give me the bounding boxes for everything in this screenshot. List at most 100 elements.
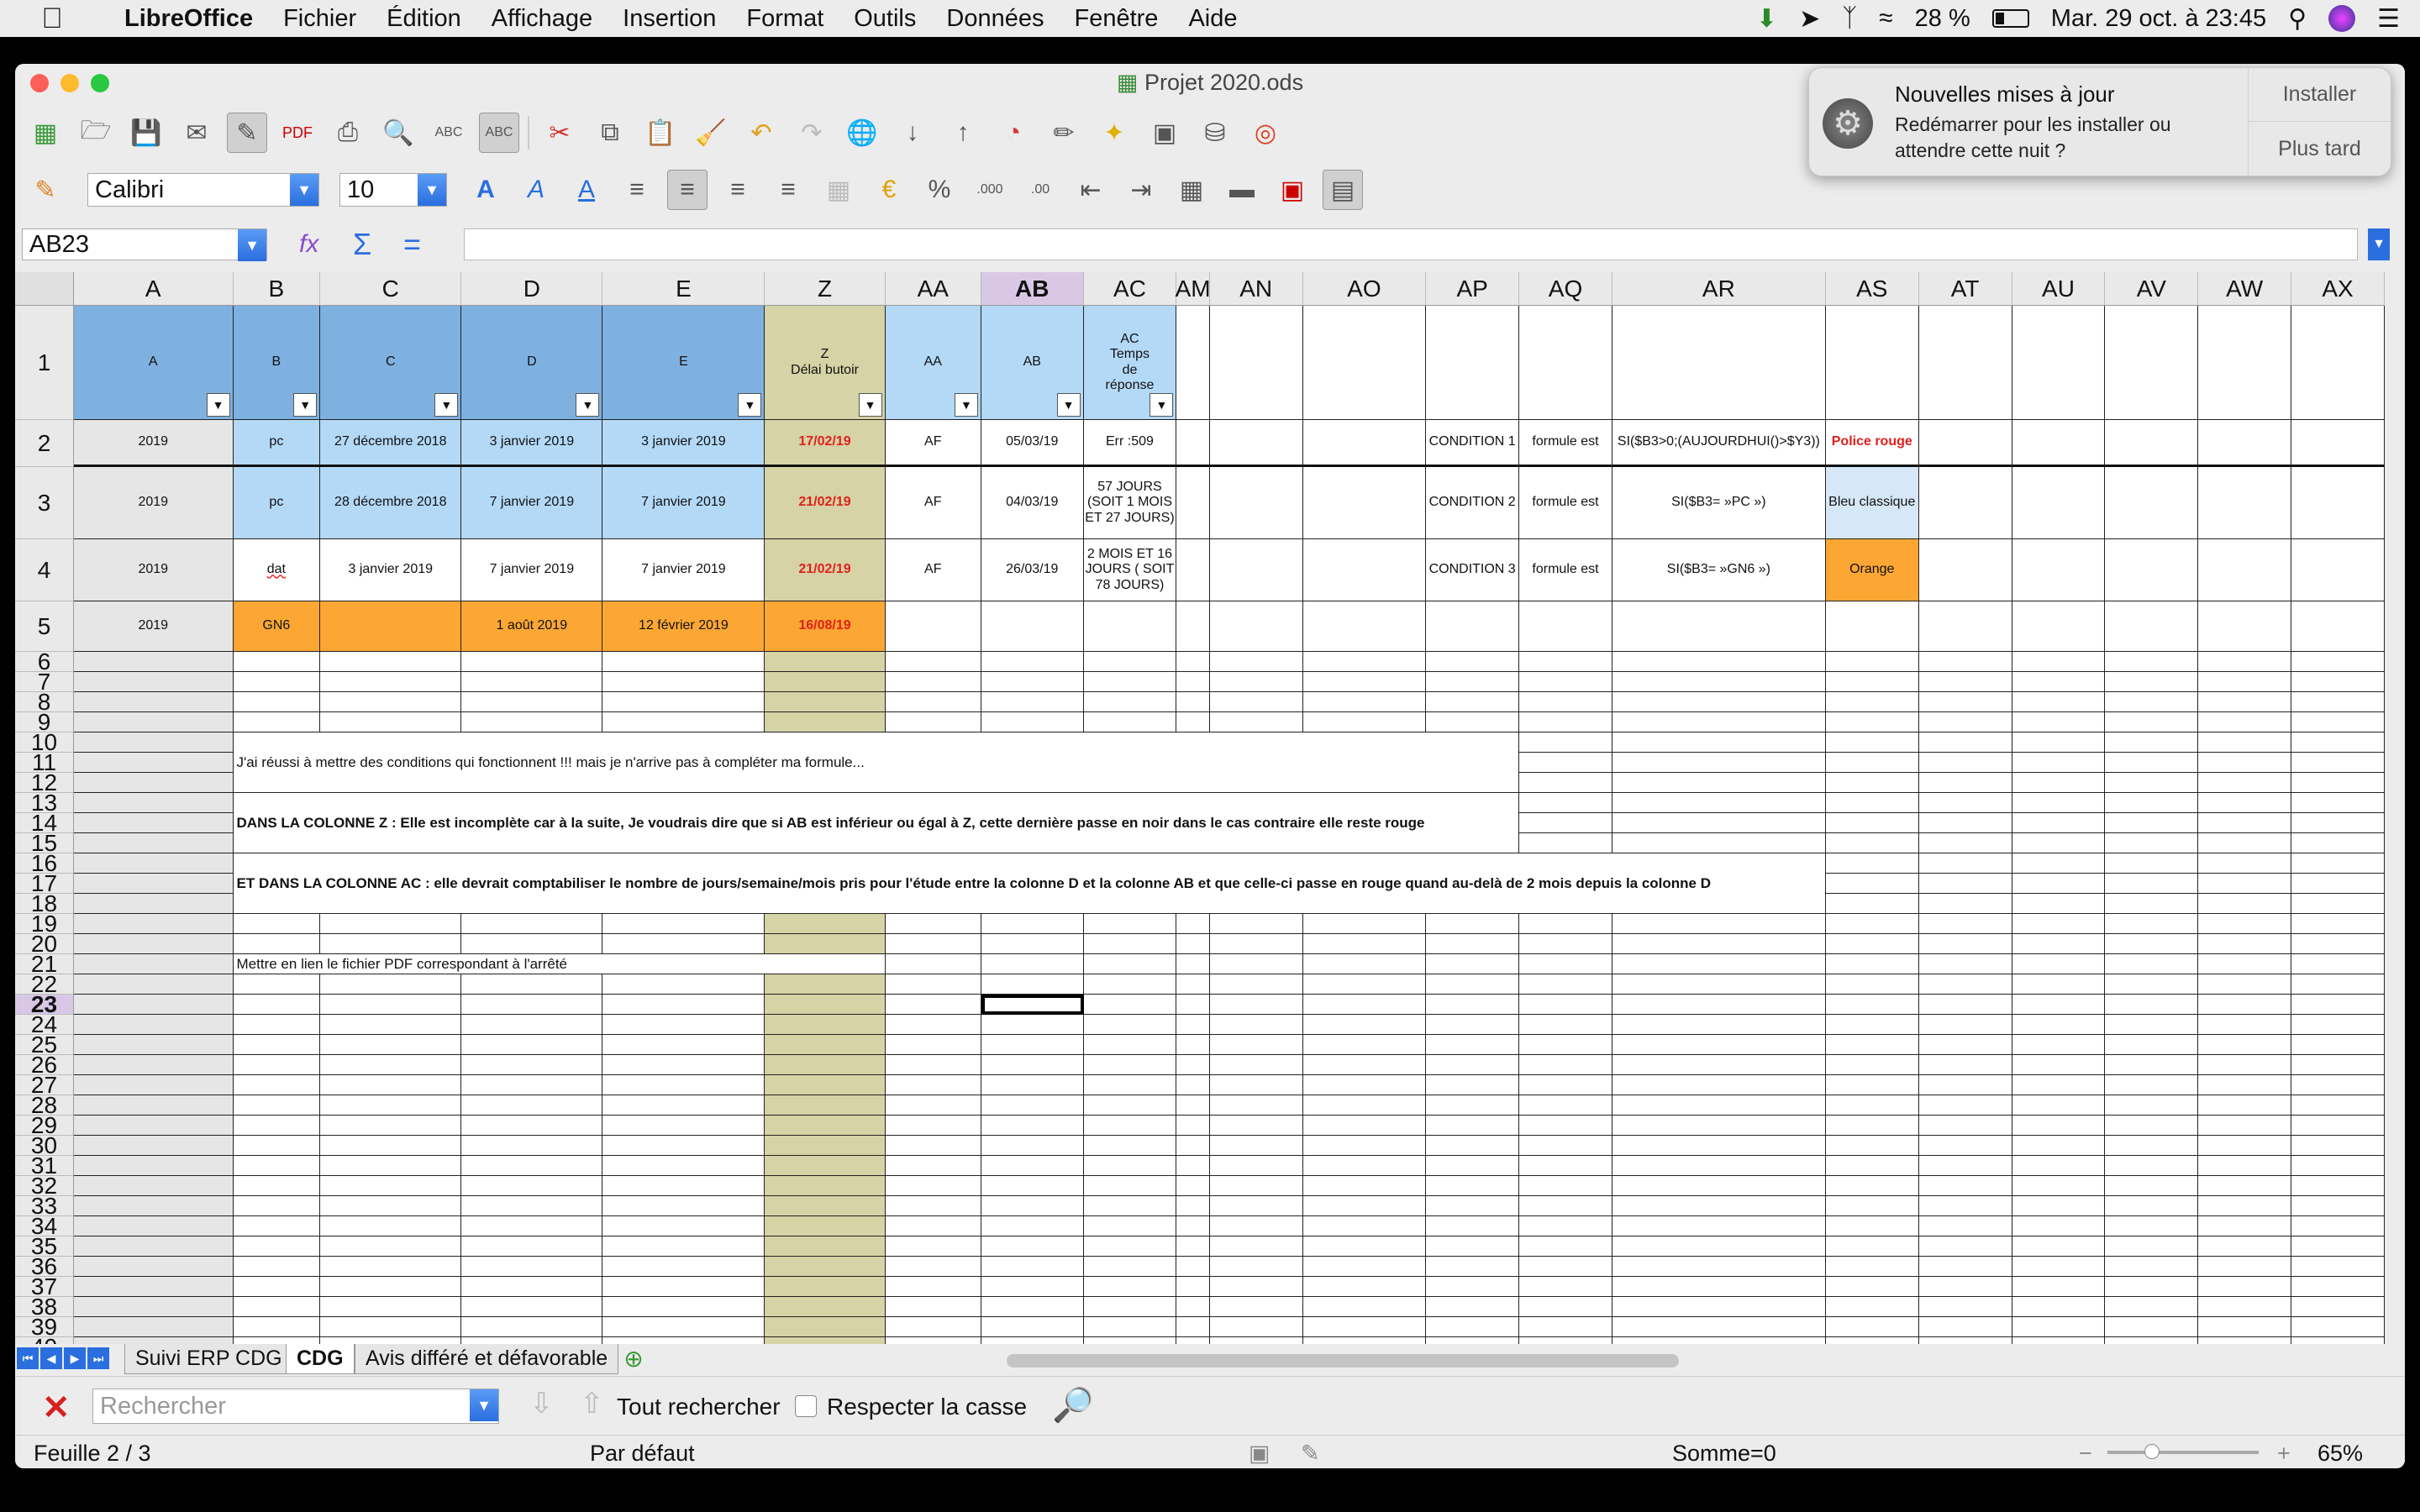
cell-aw11[interactable] <box>2198 753 2292 773</box>
cell-am3[interactable] <box>1176 467 1210 539</box>
cell-e37[interactable] <box>602 1277 765 1297</box>
cell-ar28[interactable] <box>1612 1095 1826 1116</box>
cell-z28[interactable] <box>765 1095 886 1116</box>
row-header-4[interactable]: 4 <box>15 539 74 601</box>
cell-ac39[interactable] <box>1083 1317 1177 1337</box>
cell-at21[interactable] <box>1918 954 2012 974</box>
cell-c6[interactable] <box>320 652 462 672</box>
cell-c24[interactable] <box>320 1015 462 1035</box>
cell-aw15[interactable] <box>2198 833 2292 853</box>
next-sheet-button[interactable]: ▶ <box>64 1347 86 1369</box>
cell-ax12[interactable] <box>2291 773 2385 793</box>
cell-au12[interactable] <box>2012 773 2106 793</box>
cell-ax16[interactable] <box>2291 853 2385 874</box>
cell-d6[interactable] <box>461 652 603 672</box>
cell-as37[interactable] <box>1825 1277 1919 1297</box>
cell-d30[interactable] <box>461 1136 603 1156</box>
cell-au4[interactable] <box>2012 539 2106 601</box>
cell-at36[interactable] <box>1918 1257 2012 1277</box>
cell-d35[interactable] <box>461 1236 603 1257</box>
cell-av35[interactable] <box>2105 1236 2199 1257</box>
cell-a29[interactable] <box>74 1116 234 1136</box>
cell-c26[interactable] <box>320 1055 462 1075</box>
cell-e24[interactable] <box>602 1015 765 1035</box>
cell-ab29[interactable] <box>981 1116 1084 1136</box>
menu-outils[interactable]: Outils <box>854 5 916 33</box>
cell-am5[interactable] <box>1176 601 1210 652</box>
cell-ar39[interactable] <box>1612 1317 1826 1337</box>
row-header-3[interactable]: 3 <box>15 467 74 539</box>
cell-e30[interactable] <box>602 1136 765 1156</box>
cell-ar32[interactable] <box>1612 1176 1826 1196</box>
cell-aw33[interactable] <box>2198 1196 2292 1216</box>
cell-ab6[interactable] <box>981 652 1084 672</box>
cell-ao8[interactable] <box>1302 692 1427 712</box>
cell-b36[interactable] <box>233 1257 321 1277</box>
cell-ac8[interactable] <box>1083 692 1177 712</box>
cell-aw16[interactable] <box>2198 853 2292 874</box>
cell-aq23[interactable] <box>1519 995 1612 1015</box>
cell-as3[interactable]: Bleu classique <box>1825 467 1919 539</box>
cell-ax29[interactable] <box>2291 1116 2385 1136</box>
cell-ab33[interactable] <box>981 1196 1084 1216</box>
column-header-au[interactable]: AU <box>2012 272 2106 306</box>
cell-ao28[interactable] <box>1302 1095 1427 1116</box>
cell-c8[interactable] <box>320 692 462 712</box>
cell-as28[interactable] <box>1825 1095 1919 1116</box>
cell-av36[interactable] <box>2105 1257 2199 1277</box>
cell-d8[interactable] <box>461 692 603 712</box>
cell-ap2[interactable]: CONDITION 1 <box>1426 420 1520 467</box>
cell-c9[interactable] <box>320 712 462 732</box>
cell-au37[interactable] <box>2012 1277 2106 1297</box>
cell-av15[interactable] <box>2105 833 2199 853</box>
sum-icon[interactable]: Σ <box>353 227 371 262</box>
gallery-icon[interactable]: ▣ <box>1144 113 1185 153</box>
cell-z29[interactable] <box>765 1116 886 1136</box>
cell-an38[interactable] <box>1209 1297 1303 1317</box>
cell-av13[interactable] <box>2105 793 2199 813</box>
find-replace-icon[interactable]: 🔎 <box>1052 1385 1094 1425</box>
cell-ar4[interactable]: SI($B3= »GN6 ») <box>1612 539 1826 601</box>
cell-ap21[interactable] <box>1426 954 1520 974</box>
cell-at19[interactable] <box>1918 914 2012 934</box>
column-header-e[interactable]: E <box>602 272 765 306</box>
cell-am27[interactable] <box>1176 1075 1210 1095</box>
cell-ax24[interactable] <box>2291 1015 2385 1035</box>
minimize-window-button[interactable] <box>60 74 79 92</box>
close-window-button[interactable] <box>30 74 49 92</box>
draw-functions-icon[interactable]: ✏ <box>1044 113 1084 153</box>
cell-ar35[interactable] <box>1612 1236 1826 1257</box>
cell-ax34[interactable] <box>2291 1216 2385 1236</box>
cell-at20[interactable] <box>1918 934 2012 954</box>
cell-am28[interactable] <box>1176 1095 1210 1116</box>
cell-ar31[interactable] <box>1612 1156 1826 1176</box>
cell-as32[interactable] <box>1825 1176 1919 1196</box>
cell-ax9[interactable] <box>2291 712 2385 732</box>
cell-au5[interactable] <box>2012 601 2106 652</box>
cell-at8[interactable] <box>1918 692 2012 712</box>
cell-an30[interactable] <box>1209 1136 1303 1156</box>
cell-au32[interactable] <box>2012 1176 2106 1196</box>
copy-icon[interactable]: ⧉ <box>590 113 630 153</box>
cell-at34[interactable] <box>1918 1216 2012 1236</box>
cell-au26[interactable] <box>2012 1055 2106 1075</box>
cell-ax7[interactable] <box>2291 672 2385 692</box>
cell-ap39[interactable] <box>1426 1317 1520 1337</box>
cell-d34[interactable] <box>461 1216 603 1236</box>
cell-z19[interactable] <box>765 914 886 934</box>
cell-aa36[interactable] <box>885 1257 981 1277</box>
cell-ax18[interactable] <box>2291 894 2385 914</box>
cell-z38[interactable] <box>765 1297 886 1317</box>
email-icon[interactable]: ✉ <box>176 113 217 153</box>
cell-as35[interactable] <box>1825 1236 1919 1257</box>
close-find-icon[interactable]: ✕ <box>42 1389 71 1427</box>
cell-ap37[interactable] <box>1426 1277 1520 1297</box>
cell-at38[interactable] <box>1918 1297 2012 1317</box>
update-notification[interactable]: ⚙ Nouvelles mises à jour Redémarrer pour… <box>1808 67 2391 176</box>
cell-b19[interactable] <box>233 914 321 934</box>
zoom-level[interactable]: 65% <box>2317 1441 2363 1467</box>
filter-dropdown-icon[interactable]: ▼ <box>434 393 459 417</box>
cell-ab8[interactable] <box>981 692 1084 712</box>
cell-as39[interactable] <box>1825 1317 1919 1337</box>
border-style-icon[interactable]: ▬ <box>1222 170 1262 210</box>
